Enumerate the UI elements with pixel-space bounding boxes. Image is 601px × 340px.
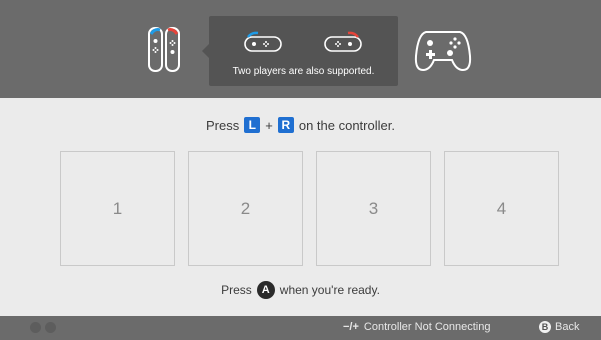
sideways-joycon-left-icon bbox=[244, 31, 282, 52]
r-button-icon: R bbox=[277, 117, 294, 133]
back-label: Back bbox=[555, 321, 580, 333]
controller-dot-icon bbox=[30, 322, 41, 333]
pair-instruction: Press L + R on the controller. bbox=[0, 117, 601, 133]
footer-controller-indicator bbox=[30, 322, 56, 333]
player-slot-number: 3 bbox=[368, 198, 379, 218]
player-slot-number: 2 bbox=[240, 198, 251, 218]
minus-plus-icon: −/+ bbox=[343, 321, 359, 333]
controller-dot-icon bbox=[45, 322, 56, 333]
player-slot-4[interactable]: 4 bbox=[444, 151, 559, 266]
player-slot-3[interactable]: 3 bbox=[316, 151, 431, 266]
instruction-prefix: Press bbox=[206, 117, 240, 133]
a-button-icon[interactable]: A bbox=[256, 281, 275, 299]
footer-bar: −/+ Controller Not Connecting B Back bbox=[0, 316, 601, 340]
ready-suffix: when you're ready. bbox=[279, 283, 380, 297]
l-button-icon: L bbox=[244, 117, 261, 133]
two-players-tooltip: Two players are also supported. bbox=[202, 16, 398, 86]
back-button[interactable]: B Back bbox=[539, 321, 579, 333]
instruction-suffix: on the controller. bbox=[298, 117, 395, 133]
controller-options-header: Two players are also supported. bbox=[0, 0, 601, 98]
dual-joycon-icon[interactable] bbox=[147, 26, 181, 74]
ready-instruction: Press A when you're ready. bbox=[0, 281, 601, 299]
b-button-icon: B bbox=[539, 321, 551, 333]
tooltip-text: Two players are also supported. bbox=[232, 66, 375, 77]
ready-prefix: Press bbox=[221, 283, 252, 297]
sideways-joycon-right-icon bbox=[324, 31, 362, 52]
pro-controller-icon[interactable] bbox=[414, 26, 472, 74]
player-slot-number: 1 bbox=[112, 198, 123, 218]
player-slot-1[interactable]: 1 bbox=[60, 151, 175, 266]
controller-not-connecting-button[interactable]: −/+ Controller Not Connecting bbox=[343, 321, 490, 333]
controller-not-connecting-label: Controller Not Connecting bbox=[363, 321, 491, 333]
player-slot-number: 4 bbox=[496, 198, 507, 218]
instruction-plus: + bbox=[265, 117, 273, 133]
player-slot-2[interactable]: 2 bbox=[188, 151, 303, 266]
